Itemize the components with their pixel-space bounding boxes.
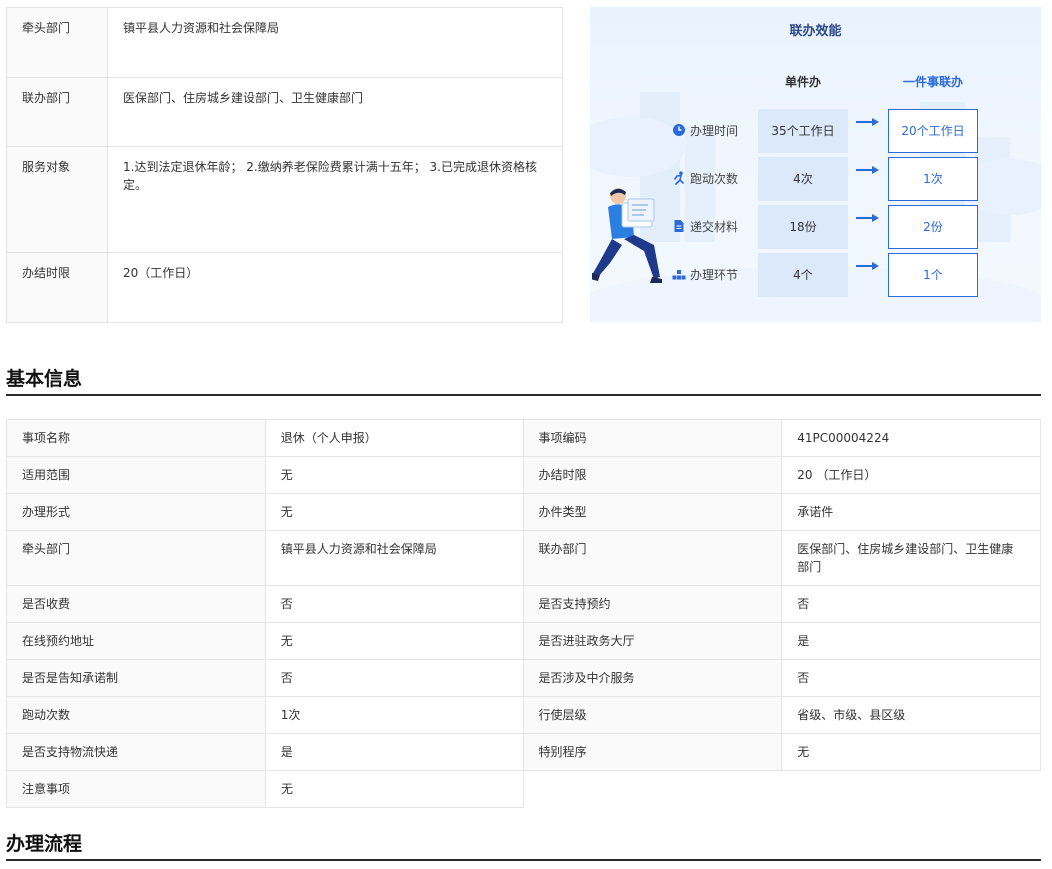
panel-title: 联办效能 <box>789 24 842 39</box>
joint-value: 1次 <box>888 157 978 201</box>
summary-label: 联办部门 <box>6 77 108 147</box>
basic-info-table: 事项名称 退休（个人申报） 事项编码 41PC00004224 适用范围 无 办… <box>6 419 1041 808</box>
metric-label: 办理时间 <box>690 124 739 138</box>
summary-table: 牵头部门 镇平县人力资源和社会保障局 联办部门 医保部门、住房城乡建设部门、卫生… <box>6 7 563 323</box>
section-divider <box>6 394 1041 396</box>
info-value: 无 <box>265 457 524 494</box>
info-label: 是否是告知承诺制 <box>7 660 266 697</box>
info-value: 镇平县人力资源和社会保障局 <box>265 531 524 586</box>
info-value: 无 <box>266 771 524 808</box>
info-label: 是否涉及中介服务 <box>523 660 783 697</box>
summary-row: 办结时限 20（工作日） <box>6 252 563 323</box>
info-label: 是否进驻政务大厅 <box>523 623 783 660</box>
info-label: 办结时限 <box>523 457 783 494</box>
info-label: 事项名称 <box>7 419 266 457</box>
info-row: 跑动次数 1次 行使层级 省级、市级、县区级 <box>6 697 1041 734</box>
info-value: 省级、市级、县区级 <box>782 697 1041 734</box>
info-label: 行使层级 <box>523 697 783 734</box>
info-value: 否 <box>782 660 1041 697</box>
info-value: 无 <box>265 623 524 660</box>
info-row: 是否是告知承诺制 否 是否涉及中介服务 否 <box>6 660 1041 697</box>
single-column-header: 单件办 <box>784 75 821 89</box>
info-label: 特别程序 <box>523 734 783 771</box>
info-row: 办理形式 无 办件类型 承诺件 <box>6 494 1041 531</box>
info-row: 是否收费 否 是否支持预约 否 <box>6 586 1041 623</box>
section-title-basic-info: 基本信息 <box>6 368 83 390</box>
info-label: 跑动次数 <box>7 697 266 734</box>
info-label: 注意事项 <box>7 771 266 808</box>
summary-row: 联办部门 医保部门、住房城乡建设部门、卫生健康部门 <box>6 77 563 147</box>
info-value: 退休（个人申报） <box>265 419 524 457</box>
single-value: 4次 <box>758 157 848 201</box>
clock-icon <box>673 124 685 136</box>
single-value: 18份 <box>758 205 848 249</box>
efficiency-panel: 联办效能 单件办 一件事联办 办理时间 35个工作日 20个工作日 跑动次数 4… <box>590 7 1041 322</box>
metric-label: 递交材料 <box>690 220 739 234</box>
summary-value: 镇平县人力资源和社会保障局 <box>107 7 563 78</box>
info-value: 是 <box>782 623 1041 660</box>
arrow-right-icon <box>856 214 879 222</box>
metric-row: 办理时间 35个工作日 20个工作日 <box>590 109 1041 153</box>
info-value: 20 （工作日） <box>782 457 1041 494</box>
section-divider <box>6 859 1041 861</box>
info-row: 牵头部门 镇平县人力资源和社会保障局 联办部门 医保部门、住房城乡建设部门、卫生… <box>6 531 1041 586</box>
info-value: 否 <box>782 586 1041 623</box>
running-icon <box>674 171 684 185</box>
info-label: 办件类型 <box>523 494 783 531</box>
summary-row: 服务对象 1.达到法定退休年龄； 2.缴纳养老保险费累计满十五年； 3.已完成退… <box>6 146 563 253</box>
summary-value: 医保部门、住房城乡建设部门、卫生健康部门 <box>107 77 563 147</box>
metric-label: 跑动次数 <box>690 172 739 186</box>
info-label: 事项编码 <box>523 419 783 457</box>
single-value: 4个 <box>758 253 848 297</box>
info-value: 无 <box>782 734 1041 771</box>
info-value: 41PC00004224 <box>782 419 1041 457</box>
joint-value: 2份 <box>888 205 978 249</box>
summary-label: 牵头部门 <box>6 7 108 78</box>
joint-column-header: 一件事联办 <box>902 75 963 89</box>
metric-label: 办理环节 <box>690 268 739 282</box>
info-label: 办理形式 <box>7 494 266 531</box>
info-value: 否 <box>265 586 524 623</box>
info-row: 是否支持物流快递 是 特别程序 无 <box>6 734 1041 771</box>
summary-label: 服务对象 <box>6 146 108 253</box>
info-value: 否 <box>265 660 524 697</box>
info-value: 无 <box>265 494 524 531</box>
steps-icon <box>672 270 686 280</box>
arrow-right-icon <box>856 262 879 270</box>
summary-row: 牵头部门 镇平县人力资源和社会保障局 <box>6 7 563 78</box>
info-label: 联办部门 <box>523 531 783 586</box>
summary-label: 办结时限 <box>6 252 108 323</box>
joint-value: 20个工作日 <box>888 109 978 153</box>
runner-illustration <box>592 188 662 283</box>
info-label: 牵头部门 <box>7 531 266 586</box>
info-label: 适用范围 <box>7 457 266 494</box>
summary-value: 20（工作日） <box>107 252 563 323</box>
single-value: 35个工作日 <box>758 109 848 153</box>
arrow-right-icon <box>856 118 879 126</box>
section-title-process: 办理流程 <box>6 833 83 855</box>
document-icon <box>674 220 684 232</box>
info-label: 是否收费 <box>7 586 266 623</box>
info-label: 是否支持物流快递 <box>7 734 266 771</box>
joint-value: 1个 <box>888 253 978 297</box>
info-label: 在线预约地址 <box>7 623 266 660</box>
info-label: 是否支持预约 <box>523 586 783 623</box>
summary-value: 1.达到法定退休年龄； 2.缴纳养老保险费累计满十五年； 3.已完成退休资格核定… <box>107 146 563 253</box>
info-row: 适用范围 无 办结时限 20 （工作日） <box>6 457 1041 494</box>
info-value: 1次 <box>265 697 524 734</box>
info-value: 承诺件 <box>782 494 1041 531</box>
info-row: 注意事项 无 <box>6 771 524 808</box>
info-value: 是 <box>265 734 524 771</box>
arrow-right-icon <box>856 166 879 174</box>
info-value: 医保部门、住房城乡建设部门、卫生健康部门 <box>782 531 1041 586</box>
info-row: 事项名称 退休（个人申报） 事项编码 41PC00004224 <box>6 419 1041 457</box>
info-row: 在线预约地址 无 是否进驻政务大厅 是 <box>6 623 1041 660</box>
